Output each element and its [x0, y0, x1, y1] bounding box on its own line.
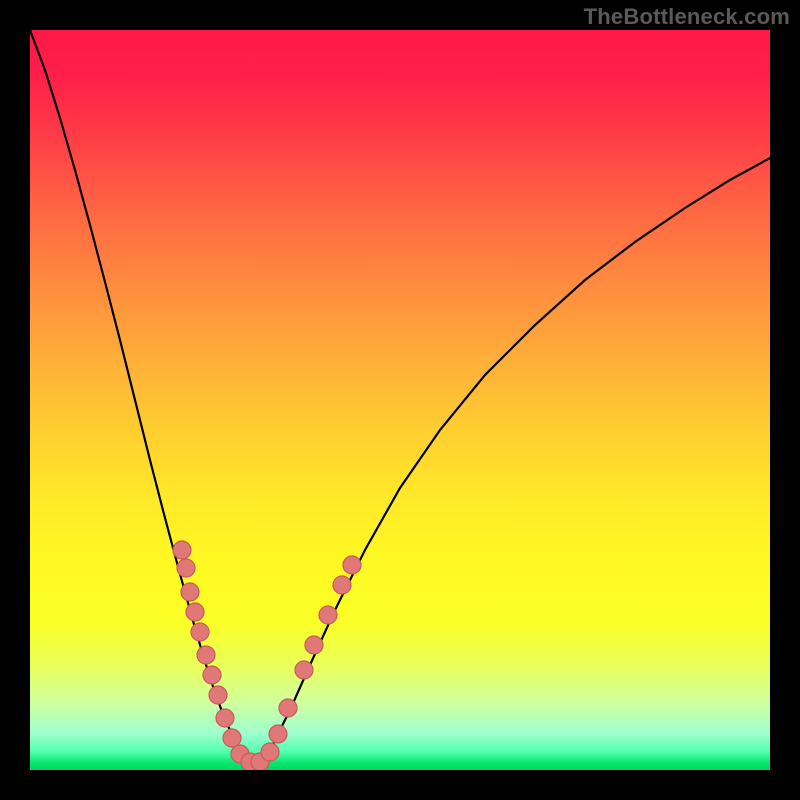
scatter-point	[305, 636, 323, 654]
scatter-point	[333, 576, 351, 594]
watermark-text: TheBottleneck.com	[584, 4, 790, 30]
scatter-point	[191, 623, 209, 641]
scatter-point	[343, 556, 361, 574]
scatter-point	[186, 603, 204, 621]
scatter-point	[279, 699, 297, 717]
scatter-point	[209, 686, 227, 704]
scatter-point	[295, 661, 313, 679]
scatter-point	[223, 729, 241, 747]
scatter-point	[203, 666, 221, 684]
plot-area	[30, 30, 770, 770]
chart-frame: TheBottleneck.com	[0, 0, 800, 800]
scatter-point	[181, 583, 199, 601]
scatter-point	[216, 709, 234, 727]
scatter-point	[173, 541, 191, 559]
scatter-point	[269, 725, 287, 743]
scatter-points	[173, 541, 361, 770]
scatter-point	[177, 559, 195, 577]
scatter-point	[197, 646, 215, 664]
scatter-layer	[30, 30, 770, 770]
scatter-point	[261, 743, 279, 761]
scatter-point	[319, 606, 337, 624]
